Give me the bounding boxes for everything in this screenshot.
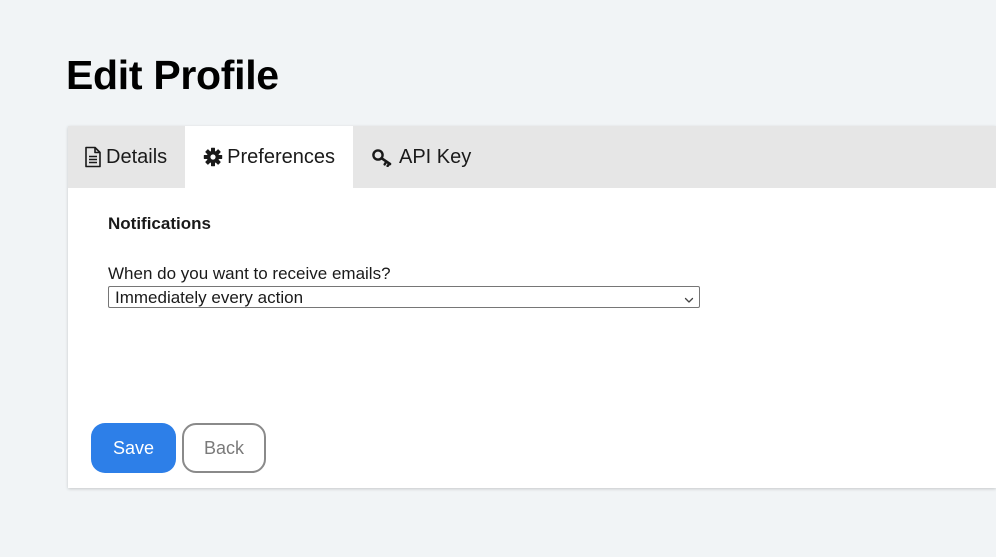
chevron-down-icon	[684, 292, 694, 310]
tab-api-key[interactable]: API Key	[353, 126, 489, 188]
tab-bar: Details Preferences API Key	[68, 126, 996, 188]
tab-details[interactable]: Details	[68, 126, 185, 188]
tab-preferences[interactable]: Preferences	[185, 126, 353, 188]
tab-details-label: Details	[106, 145, 168, 168]
key-icon	[371, 147, 395, 167]
document-icon	[84, 146, 102, 168]
tab-preferences-label: Preferences	[227, 145, 335, 168]
email-frequency-label: When do you want to receive emails?	[108, 264, 391, 283]
email-frequency-value: Immediately every action	[115, 288, 304, 307]
gear-icon	[203, 147, 223, 167]
email-frequency-select[interactable]: Immediately every action	[108, 286, 700, 308]
notifications-heading: Notifications	[108, 214, 211, 233]
tab-api-key-label: API Key	[398, 145, 472, 168]
page-title: Edit Profile	[66, 52, 279, 98]
back-button[interactable]: Back	[182, 423, 266, 473]
form-actions: Save Back	[91, 423, 266, 473]
preferences-panel: Notifications When do you want to receiv…	[68, 188, 996, 308]
save-button[interactable]: Save	[91, 423, 176, 473]
profile-card: Details Preferences API Key Notification…	[68, 126, 996, 488]
